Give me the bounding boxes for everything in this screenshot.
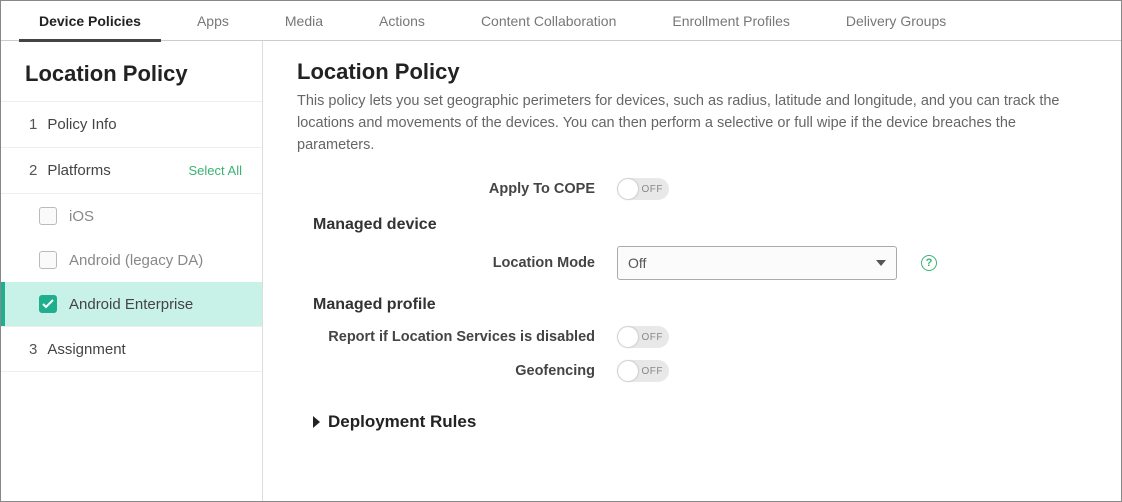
- platform-list: iOS Android (legacy DA) Android Enterpri…: [1, 193, 262, 326]
- platform-ios[interactable]: iOS: [1, 194, 262, 238]
- toggle-knob: [618, 327, 638, 347]
- row-report-disabled: Report if Location Services is disabled …: [297, 326, 1087, 348]
- step-platforms[interactable]: 2 Platforms Select All: [1, 147, 262, 193]
- section-managed-profile: Managed profile: [313, 296, 1087, 314]
- step-num: 3: [29, 341, 37, 358]
- row-location-mode: Location Mode Off ?: [297, 246, 1087, 280]
- dropdown-value: Off: [628, 255, 646, 271]
- toggle-geofencing[interactable]: OFF: [617, 360, 669, 382]
- toggle-knob: [618, 361, 638, 381]
- tab-actions[interactable]: Actions: [351, 1, 453, 41]
- tab-content-collaboration[interactable]: Content Collaboration: [453, 1, 644, 41]
- page-description: This policy lets you set geographic peri…: [297, 91, 1087, 156]
- platform-label: iOS: [69, 208, 94, 225]
- step-assignment[interactable]: 3 Assignment: [1, 326, 262, 372]
- help-icon[interactable]: ?: [921, 255, 937, 271]
- deployment-rules-toggle[interactable]: Deployment Rules: [313, 412, 1087, 432]
- platform-label: Android (legacy DA): [69, 252, 203, 269]
- tab-delivery-groups[interactable]: Delivery Groups: [818, 1, 974, 41]
- dropdown-location-mode[interactable]: Off: [617, 246, 897, 280]
- sidebar: Location Policy 1 Policy Info 2 Platforms …: [1, 41, 263, 501]
- toggle-text: OFF: [642, 332, 664, 343]
- platform-label: Android Enterprise: [69, 296, 193, 313]
- label-geofencing: Geofencing: [297, 363, 617, 379]
- main-panel: Location Policy This policy lets you set…: [263, 41, 1121, 501]
- step-label: Platforms: [47, 162, 110, 179]
- label-report-disabled: Report if Location Services is disabled: [297, 329, 617, 345]
- row-geofencing: Geofencing OFF: [297, 360, 1087, 382]
- select-all-link[interactable]: Select All: [189, 163, 242, 178]
- chevron-right-icon: [313, 416, 320, 428]
- tab-device-policies[interactable]: Device Policies: [11, 1, 169, 41]
- step-label: Policy Info: [47, 116, 116, 133]
- tab-apps[interactable]: Apps: [169, 1, 257, 41]
- toggle-apply-cope[interactable]: OFF: [617, 178, 669, 200]
- toggle-report-disabled[interactable]: OFF: [617, 326, 669, 348]
- toggle-text: OFF: [642, 366, 664, 377]
- platform-android-enterprise[interactable]: Android Enterprise: [1, 282, 262, 326]
- deployment-rules-label: Deployment Rules: [328, 412, 476, 432]
- tab-media[interactable]: Media: [257, 1, 351, 41]
- toggle-knob: [618, 179, 638, 199]
- step-label: Assignment: [47, 341, 125, 358]
- step-num: 2: [29, 162, 37, 179]
- page-title: Location Policy: [297, 59, 1087, 85]
- step-policy-info[interactable]: 1 Policy Info: [1, 101, 262, 147]
- row-apply-cope: Apply To COPE OFF: [297, 178, 1087, 200]
- platform-android-legacy[interactable]: Android (legacy DA): [1, 238, 262, 282]
- checkbox-icon[interactable]: [39, 295, 57, 313]
- step-num: 1: [29, 116, 37, 133]
- chevron-down-icon: [876, 260, 886, 266]
- checkbox-icon[interactable]: [39, 251, 57, 269]
- top-nav: Device Policies Apps Media Actions Conte…: [1, 1, 1121, 41]
- tab-enrollment-profiles[interactable]: Enrollment Profiles: [644, 1, 818, 41]
- checkbox-icon[interactable]: [39, 207, 57, 225]
- toggle-text: OFF: [642, 184, 664, 195]
- sidebar-title: Location Policy: [1, 41, 262, 101]
- label-apply-cope: Apply To COPE: [297, 181, 617, 197]
- label-location-mode: Location Mode: [297, 255, 617, 271]
- section-managed-device: Managed device: [313, 216, 1087, 234]
